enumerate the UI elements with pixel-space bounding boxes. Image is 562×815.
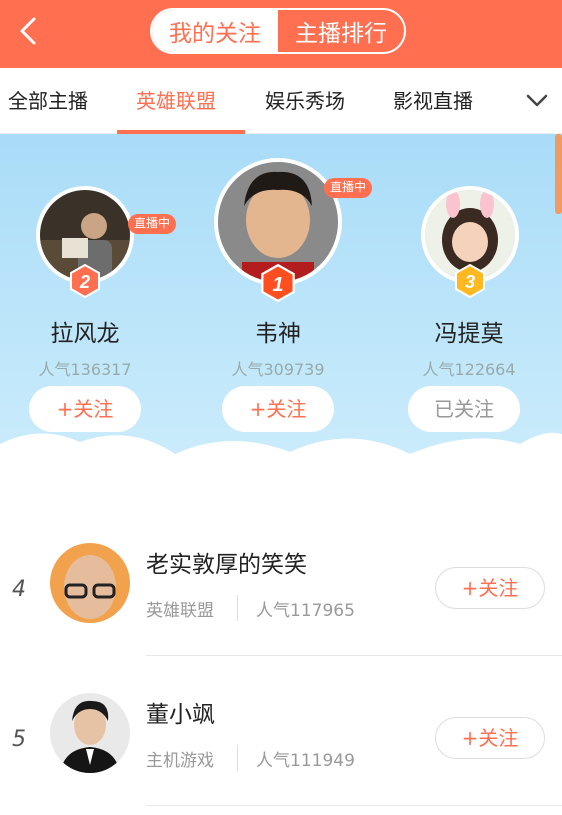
streamer-name: 韦神 [255,321,301,347]
streamer-name: 董小飒 [146,702,215,728]
follow-button[interactable]: +关注 [435,717,545,759]
tab-all-streamers[interactable]: 全部主播 [8,68,88,134]
tab-entertainment-show[interactable]: 娱乐秀场 [265,68,345,134]
popularity-count: 人气117965 [256,601,355,621]
chevron-down-icon [526,94,548,107]
back-button[interactable] [14,14,44,48]
category-tabs: 全部主播 英雄联盟 娱乐秀场 影视直播 [0,68,562,134]
divider [237,595,238,621]
popularity-count: 人气111949 [256,751,355,771]
rank-number: 4 [12,577,26,602]
top-bar: 我的关注 主播排行 [0,0,562,68]
avatar-photo [50,693,130,773]
more-tabs-button[interactable] [520,86,554,116]
divider [237,745,238,771]
row-divider [146,805,562,806]
avatar[interactable] [50,543,130,623]
segment-control: 我的关注 主播排行 [150,8,406,54]
popularity-count: 人气309739 [231,360,325,379]
segment-my-follows[interactable]: 我的关注 [152,10,278,52]
svg-text:1: 1 [272,274,283,296]
tab-film-tv-live[interactable]: 影视直播 [393,68,473,134]
scroll-indicator[interactable] [555,134,562,214]
chevron-left-icon [20,17,36,45]
streamer-name: 老实敦厚的笑笑 [146,552,307,578]
list-item[interactable]: 4 老实敦厚的笑笑 英雄联盟 人气117965 +关注 [0,515,562,665]
top-three-podium: 直播中 2 拉风龙 人气136317 +关注 直播中 1 韦神 人气309739… [0,134,562,504]
popularity-count: 人气136317 [38,360,132,379]
category-label: 英雄联盟 [146,601,214,621]
row-divider [146,655,562,656]
rank-2-badge: 2 [70,264,100,298]
list-item[interactable]: 5 董小飒 主机游戏 人气111949 +关注 [0,665,562,815]
popularity-count: 人气122664 [422,360,516,379]
segment-streamer-ranking[interactable]: 主播排行 [278,10,404,52]
avatar-photo [50,543,130,623]
live-badge: 直播中 [324,178,373,198]
tab-league-of-legends[interactable]: 英雄联盟 [136,68,216,134]
live-badge: 直播中 [128,214,177,234]
cloud-decoration [0,432,562,504]
streamer-name: 拉风龙 [50,321,120,347]
streamer-name: 冯提莫 [434,321,504,347]
svg-text:2: 2 [79,272,90,292]
rank-1-badge: 1 [261,264,295,302]
follow-button[interactable]: +关注 [435,567,545,609]
svg-text:3: 3 [465,272,475,292]
avatar[interactable] [50,693,130,773]
rank-number: 5 [12,727,26,752]
rank-3-badge: 3 [455,264,485,298]
category-label: 主机游戏 [146,751,214,771]
